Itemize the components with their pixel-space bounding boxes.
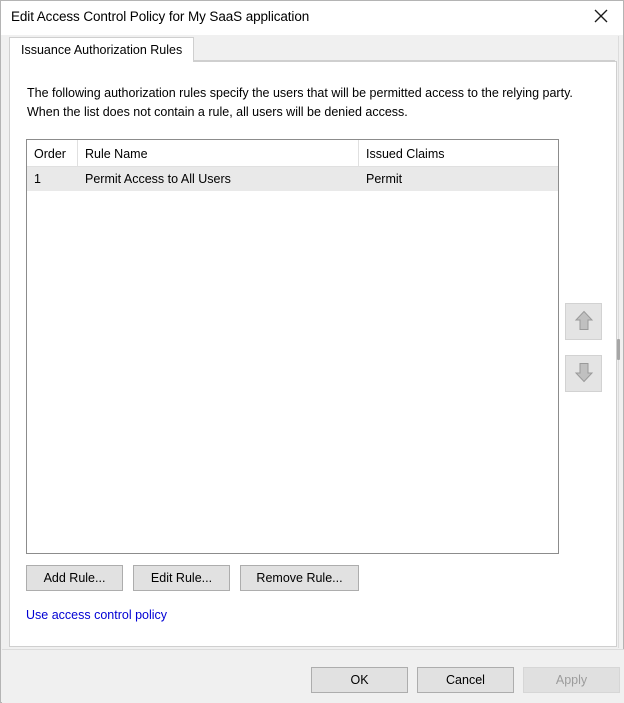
tab-panel: The following authorization rules specif… <box>9 61 617 647</box>
remove-rule-label: Remove Rule... <box>256 571 343 585</box>
use-access-control-policy-link[interactable]: Use access control policy <box>26 608 167 622</box>
add-rule-label: Add Rule... <box>43 571 106 585</box>
arrow-down-icon <box>573 361 595 387</box>
column-header-issued-claims[interactable]: Issued Claims <box>359 140 558 167</box>
window-scroll-thumb[interactable] <box>617 339 620 360</box>
close-button[interactable] <box>579 1 623 31</box>
tab-label: Issuance Authorization Rules <box>21 43 183 57</box>
dialog-window: Edit Access Control Policy for My SaaS a… <box>0 0 624 703</box>
dialog-footer: OK Cancel Apply <box>2 650 624 703</box>
tab-strip: Issuance Authorization Rules <box>2 35 622 62</box>
edit-rule-button[interactable]: Edit Rule... <box>133 565 230 591</box>
apply-button: Apply <box>523 667 620 693</box>
add-rule-button[interactable]: Add Rule... <box>26 565 123 591</box>
window-title: Edit Access Control Policy for My SaaS a… <box>11 9 310 24</box>
ok-button[interactable]: OK <box>311 667 408 693</box>
move-up-button[interactable] <box>565 303 602 340</box>
table-row[interactable]: 1 Permit Access to All Users Permit <box>27 167 558 191</box>
edit-rule-label: Edit Rule... <box>150 571 213 585</box>
apply-label: Apply <box>555 673 588 687</box>
tab-issuance-authorization-rules[interactable]: Issuance Authorization Rules <box>9 37 195 62</box>
panel-description: The following authorization rules specif… <box>27 86 573 119</box>
rules-list-header: Order Rule Name Issued Claims <box>27 140 558 167</box>
rules-list[interactable]: Order Rule Name Issued Claims 1 Permit A… <box>26 139 559 554</box>
column-header-order[interactable]: Order <box>27 140 78 167</box>
cell-order: 1 <box>34 172 41 186</box>
cell-issued-claims: Permit <box>366 172 403 186</box>
remove-rule-button[interactable]: Remove Rule... <box>240 565 359 591</box>
cell-rule-name: Permit Access to All Users <box>85 172 231 186</box>
title-bar: Edit Access Control Policy for My SaaS a… <box>1 1 623 35</box>
ok-label: OK <box>350 673 369 687</box>
cancel-label: Cancel <box>446 673 485 687</box>
column-header-rule-name[interactable]: Rule Name <box>78 140 359 167</box>
move-down-button[interactable] <box>565 355 602 392</box>
close-icon <box>594 9 608 23</box>
cancel-button[interactable]: Cancel <box>417 667 514 693</box>
arrow-up-icon <box>573 309 595 335</box>
